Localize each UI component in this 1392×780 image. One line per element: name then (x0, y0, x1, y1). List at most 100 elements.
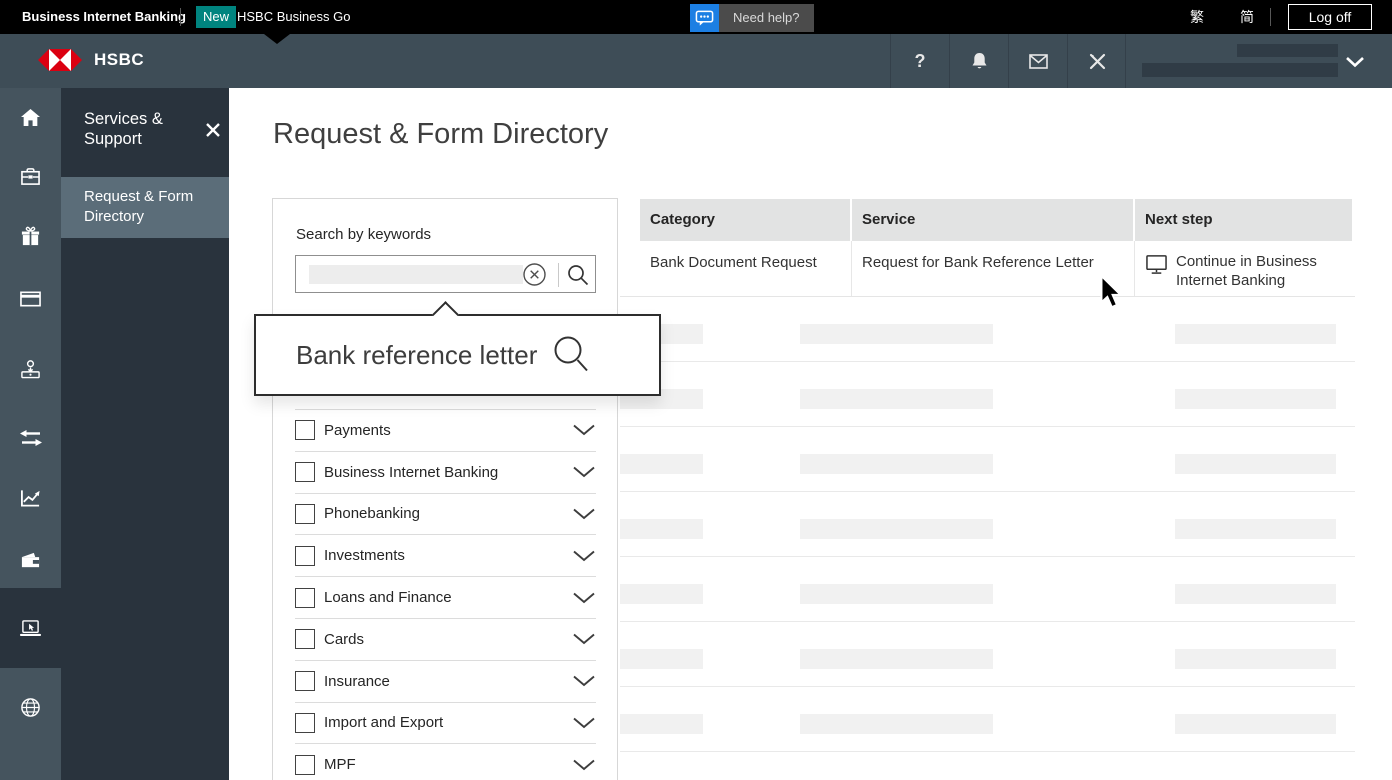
search-icon (551, 334, 591, 376)
skeleton-bar (1175, 454, 1336, 474)
brand-business-internet-banking[interactable]: Business Internet Banking (22, 0, 186, 34)
hsbc-hexagon-icon (38, 49, 82, 71)
checkbox[interactable] (295, 588, 315, 608)
filter-row-investments[interactable]: Investments (295, 534, 596, 576)
chevron-down-icon[interactable] (572, 466, 596, 478)
rail-item-offers[interactable] (0, 207, 61, 265)
checkbox[interactable] (295, 546, 315, 566)
checkbox[interactable] (295, 504, 315, 524)
messages-button[interactable] (1008, 34, 1067, 88)
rail-item-home[interactable] (0, 88, 61, 146)
notifications-button[interactable] (949, 34, 1008, 88)
close-panel-button[interactable] (205, 122, 221, 138)
skeleton-bar (800, 454, 993, 474)
account-selector[interactable] (1125, 34, 1392, 88)
transfers-icon (20, 429, 42, 447)
hsbc-business-go-link[interactable]: HSBC Business Go (237, 0, 350, 34)
filter-row-import-and-export[interactable]: Import and Export (295, 702, 596, 744)
sidebar-item-request-form-directory[interactable]: Request & Form Directory (61, 177, 229, 238)
search-input[interactable] (295, 255, 596, 293)
divider (1270, 8, 1271, 26)
monitor-icon (1145, 254, 1168, 275)
chevron-down-icon[interactable] (572, 717, 596, 729)
skeleton-bar (620, 714, 703, 734)
filter-label: Business Internet Banking (324, 464, 498, 481)
filter-label: Investments (324, 547, 405, 564)
chevron-down-icon[interactable] (572, 633, 596, 645)
filter-row-cards[interactable]: Cards (295, 618, 596, 660)
chevron-down-icon[interactable] (572, 675, 596, 687)
skeleton-bar (620, 649, 703, 669)
column-header-service[interactable]: Service (852, 199, 1133, 241)
cell-service: Request for Bank Reference Letter (852, 241, 1135, 296)
checkbox[interactable] (295, 420, 315, 440)
help-button[interactable]: ? (890, 34, 949, 88)
rail-item-analysis[interactable] (0, 469, 61, 527)
filter-label: Phonebanking (324, 505, 420, 522)
rail-item-cheques[interactable] (0, 531, 61, 589)
rail-item-service-requests[interactable] (0, 588, 61, 668)
table-row[interactable]: Bank Document Request Request for Bank R… (640, 241, 1352, 296)
skeleton-row (620, 622, 1355, 687)
need-help-button[interactable]: Need help? (690, 4, 814, 32)
suggestion-text: Bank reference letter (296, 340, 537, 371)
lang-simplified-chinese[interactable]: 简 (1240, 0, 1254, 34)
filter-label: Loans and Finance (324, 589, 452, 606)
column-header-category[interactable]: Category (640, 199, 850, 241)
skeleton-bar (1175, 714, 1336, 734)
active-product-caret (264, 34, 290, 44)
clear-search-button[interactable] (522, 262, 547, 292)
page-title: Request & Form Directory (273, 118, 608, 151)
filter-row-business-internet-banking[interactable]: Business Internet Banking (295, 451, 596, 493)
table-header: Category Service Next step (640, 199, 1352, 241)
tools-button[interactable] (1067, 34, 1126, 88)
skeleton-bar (620, 454, 703, 474)
search-suggestion-tooltip[interactable]: Bank reference letter (254, 314, 661, 396)
envelope-icon (1029, 54, 1048, 69)
chevron-down-icon[interactable] (572, 592, 596, 604)
filter-row-loans-and-finance[interactable]: Loans and Finance (295, 576, 596, 618)
lang-traditional-chinese[interactable]: 繁 (1190, 0, 1204, 34)
laptop-cursor-icon (19, 619, 42, 638)
rail-item-transfers[interactable] (0, 409, 61, 467)
checkbox[interactable] (295, 671, 315, 691)
tools-icon (1089, 53, 1106, 70)
chevron-down-icon[interactable] (572, 508, 596, 520)
skeleton-row (620, 297, 1355, 362)
chat-bubble-icon (690, 4, 719, 32)
skeleton-bar (800, 519, 993, 539)
skeleton-bar (1175, 324, 1336, 344)
checkbox[interactable] (295, 629, 315, 649)
skeleton-bar (620, 519, 703, 539)
chevron-down-icon[interactable] (572, 424, 596, 436)
clear-circle-icon (522, 262, 547, 287)
filter-row-payments[interactable]: Payments (295, 409, 596, 451)
checkbox[interactable] (295, 713, 315, 733)
rail-item-deposits[interactable] (0, 340, 61, 398)
rail-item-global[interactable] (0, 678, 61, 736)
rail-item-cards[interactable] (0, 270, 61, 328)
skeleton-row (620, 492, 1355, 557)
gift-icon (20, 226, 41, 247)
new-badge: New (196, 6, 236, 28)
need-help-label: Need help? (719, 4, 814, 32)
checkbox[interactable] (295, 755, 315, 775)
checkbox[interactable] (295, 462, 315, 482)
hsbc-logo[interactable]: HSBC (38, 49, 144, 71)
close-icon (205, 122, 221, 138)
rail-item-accounts[interactable] (0, 147, 61, 205)
chevron-down-icon[interactable] (572, 759, 596, 771)
chevron-down-icon[interactable] (572, 550, 596, 562)
filter-row-mpf[interactable]: MPF (295, 743, 596, 780)
column-header-next-step[interactable]: Next step (1135, 199, 1352, 241)
account-name-placeholder (1237, 44, 1338, 57)
divider (558, 263, 559, 287)
next-step-link[interactable]: Continue in Business Internet Banking (1176, 252, 1332, 290)
panel-title: Services & Support (84, 109, 192, 149)
cell-next-step: Continue in Business Internet Banking (1135, 241, 1352, 296)
filter-row-phonebanking[interactable]: Phonebanking (295, 493, 596, 535)
search-button[interactable] (566, 263, 590, 292)
filter-row-insurance[interactable]: Insurance (295, 660, 596, 702)
divider (180, 8, 181, 26)
log-off-button[interactable]: Log off (1288, 4, 1372, 30)
